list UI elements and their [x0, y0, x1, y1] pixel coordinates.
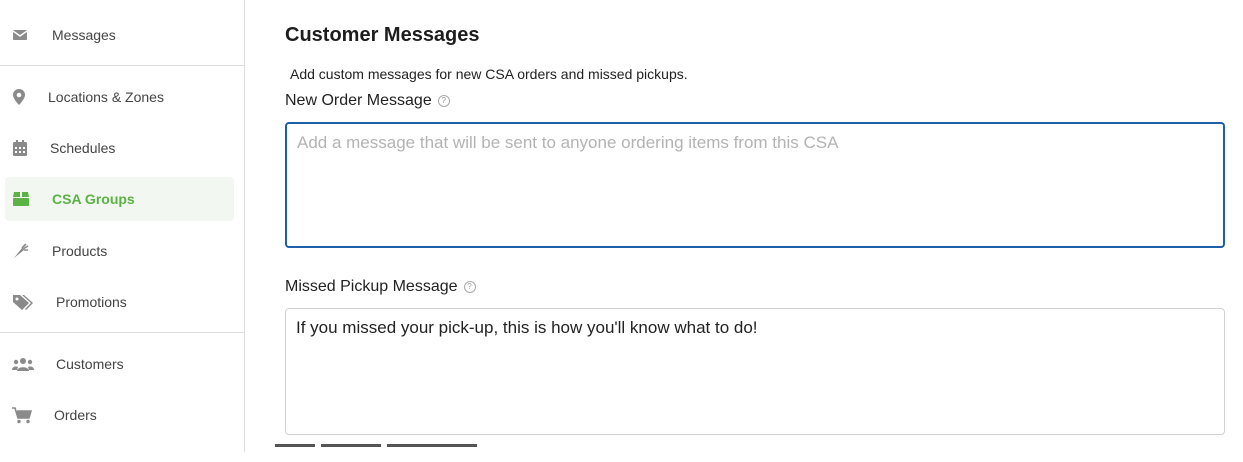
page-title: Customer Messages	[285, 24, 480, 46]
missed-pickup-message-label: Missed Pickup Message ?	[285, 278, 476, 296]
missed-pickup-message-label-text: Missed Pickup Message	[285, 278, 458, 295]
main-content: Customer Messages Add custom messages fo…	[275, 0, 1225, 452]
sidebar-item-label: Products	[52, 243, 108, 259]
sidebar-item-products[interactable]: Products	[5, 229, 234, 273]
sidebar-item-label: Locations & Zones	[48, 89, 164, 105]
box-icon	[12, 177, 30, 221]
help-icon[interactable]: ?	[437, 95, 450, 107]
sidebar-item-label: Orders	[54, 407, 97, 423]
sidebar-item-customers[interactable]: Customers	[5, 342, 234, 386]
users-icon	[12, 342, 34, 386]
sidebar-item-messages[interactable]: Messages	[5, 13, 234, 57]
sidebar-item-locations-zones[interactable]: Locations & Zones	[5, 75, 234, 119]
sidebar-item-schedules[interactable]: Schedules	[5, 126, 234, 170]
sidebar-item-label: Messages	[52, 27, 116, 43]
page-description: Add custom messages for new CSA orders a…	[290, 66, 688, 82]
calendar-icon	[12, 126, 28, 170]
sidebar-divider	[0, 65, 244, 66]
sidebar-item-label: Customers	[56, 356, 124, 372]
help-icon[interactable]: ?	[463, 281, 476, 293]
cart-icon	[12, 393, 32, 437]
missed-pickup-message-textarea[interactable]: If you missed your pick-up, this is how …	[285, 308, 1225, 435]
sidebar-item-label: Promotions	[56, 294, 127, 310]
sidebar: Messages Locations & Zones Schedules CSA…	[0, 0, 245, 452]
sidebar-item-label: Schedules	[50, 140, 116, 156]
sidebar-item-orders[interactable]: Orders	[5, 393, 234, 437]
sidebar-item-label: CSA Groups	[52, 191, 135, 207]
sidebar-item-csa-groups[interactable]: CSA Groups	[5, 177, 234, 221]
carrot-icon	[12, 229, 30, 273]
envelope-icon	[12, 13, 28, 57]
map-pin-icon	[12, 75, 26, 119]
new-order-message-label: New Order Message ?	[285, 92, 450, 110]
new-order-message-textarea[interactable]	[285, 122, 1225, 248]
sidebar-item-promotions[interactable]: Promotions	[5, 280, 234, 324]
cut-off-next-label	[275, 444, 515, 458]
tags-icon	[12, 280, 34, 324]
sidebar-divider	[0, 332, 244, 333]
new-order-message-label-text: New Order Message	[285, 92, 432, 109]
